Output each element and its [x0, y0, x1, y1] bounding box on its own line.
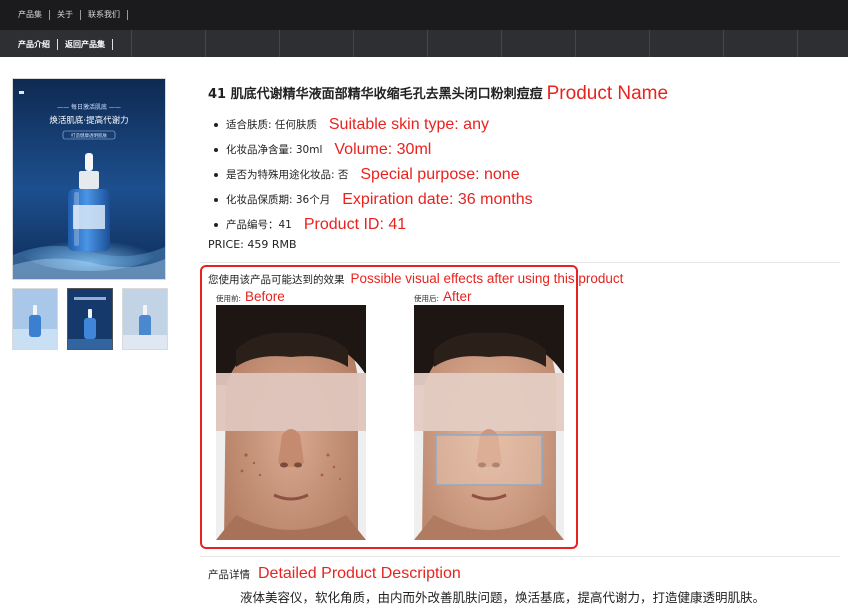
product-title: 41 肌底代谢精华液面部精华收缩毛孔去黑头闭口粉刺痘痘 Product Name — [208, 82, 668, 104]
nav-divider — [112, 39, 113, 50]
title-annotation: Product Name — [546, 83, 669, 104]
nav-divider — [127, 9, 128, 20]
nav-divider — [49, 9, 50, 20]
divider — [200, 262, 840, 263]
thumbnail-strip — [12, 288, 177, 350]
sub-nav-grid — [0, 30, 848, 57]
spec-annotation: Product ID: 41 — [303, 215, 407, 233]
face-photo-before — [216, 305, 366, 540]
after-annotation: After — [443, 289, 472, 304]
nav-link-about[interactable]: 关于 — [57, 9, 73, 20]
svg-text:焕活肌底·提高代谢力: 焕活肌底·提高代谢力 — [49, 115, 128, 126]
product-price: PRICE: 459 RMB — [208, 238, 297, 251]
bullet-icon — [214, 222, 218, 227]
spec-annotation: Suitable skin type: any — [328, 115, 489, 133]
nav-link-products[interactable]: 产品集 — [18, 9, 42, 20]
sub-nav-bar: 产品介绍 返回产品集 — [0, 30, 848, 57]
svg-text:—— 每日激活肌底 ——: —— 每日激活肌底 —— — [57, 103, 121, 111]
details-text: 液体美容仪，软化角质，由内而外改善肌肤问题，焕活基底，提高代谢力，打造健康透明肌… — [240, 590, 766, 605]
before-caption: 使用前: Before — [216, 289, 285, 304]
spec-special-purpose: 是否为特殊用途化妆品: 否 — [226, 169, 349, 181]
bullet-icon — [214, 172, 218, 177]
top-nav-links: 产品集 关于 联系我们 — [18, 9, 135, 20]
face-photo-after — [414, 305, 564, 540]
top-nav-bar: 产品集 关于 联系我们 — [0, 0, 848, 30]
svg-text:打造健康透明肌肤: 打造健康透明肌肤 — [71, 132, 107, 139]
after-caption: 使用后: After — [414, 289, 472, 304]
thumbnail-2[interactable] — [67, 288, 113, 350]
spec-annotation: Expiration date: 36 months — [342, 190, 533, 208]
thumbnail-3[interactable] — [122, 288, 168, 350]
spec-item: 化妆品保质期: 36个月 Expiration date: 36 months — [214, 187, 533, 212]
spec-annotation: Volume: 30ml — [334, 140, 432, 158]
details-label: 产品详情 — [208, 569, 250, 581]
effects-title-text: 您使用该产品可能达到的效果 — [208, 274, 345, 286]
details-annotation: Detailed Product Description — [258, 565, 461, 582]
spec-skin-type: 适合肤质: 任何肤质 — [226, 119, 317, 131]
spec-list: 适合肤质: 任何肤质 Suitable skin type: any 化妆品净含量… — [214, 112, 533, 237]
nav-divider — [57, 39, 58, 50]
sub-nav-links: 产品介绍 返回产品集 — [18, 39, 120, 50]
bullet-icon — [214, 197, 218, 202]
before-annotation: Before — [245, 289, 285, 304]
effects-annotation: Possible visual effects after using this… — [350, 271, 624, 286]
nav-link-contact[interactable]: 联系我们 — [88, 9, 120, 20]
details-heading: 产品详情 Detailed Product Description — [208, 565, 461, 583]
spec-annotation: Special purpose: none — [360, 165, 520, 183]
spec-item: 是否为特殊用途化妆品: 否 Special purpose: none — [214, 162, 533, 187]
product-main-image[interactable]: —— 每日激活肌底 —— 焕活肌底·提高代谢力 打造健康透明肌肤 — [12, 78, 166, 280]
before-label: 使用前: — [216, 294, 242, 303]
bullet-icon — [214, 147, 218, 152]
spec-item: 产品编号：41 Product ID: 41 — [214, 212, 533, 237]
spec-item: 适合肤质: 任何肤质 Suitable skin type: any — [214, 112, 533, 137]
thumbnail-1[interactable] — [12, 288, 58, 350]
effects-title: 您使用该产品可能达到的效果 Possible visual effects aft… — [208, 271, 623, 287]
spec-item: 化妆品净含量: 30ml Volume: 30ml — [214, 137, 533, 162]
sub-nav-back[interactable]: 返回产品集 — [65, 39, 105, 50]
nav-divider — [80, 9, 81, 20]
spec-volume: 化妆品净含量: 30ml — [226, 144, 323, 156]
bullet-icon — [214, 122, 218, 127]
after-label: 使用后: — [414, 294, 440, 303]
dropper-bottle-image: —— 每日激活肌底 —— 焕活肌底·提高代谢力 打造健康透明肌肤 — [13, 79, 165, 279]
product-title-text: 41 肌底代谢精华液面部精华收缩毛孔去黑头闭口粉刺痘痘 — [208, 87, 543, 102]
divider — [200, 556, 840, 557]
sub-nav-intro[interactable]: 产品介绍 — [18, 39, 50, 50]
spec-product-id: 产品编号：41 — [226, 219, 292, 231]
spec-expiration: 化妆品保质期: 36个月 — [226, 194, 331, 206]
